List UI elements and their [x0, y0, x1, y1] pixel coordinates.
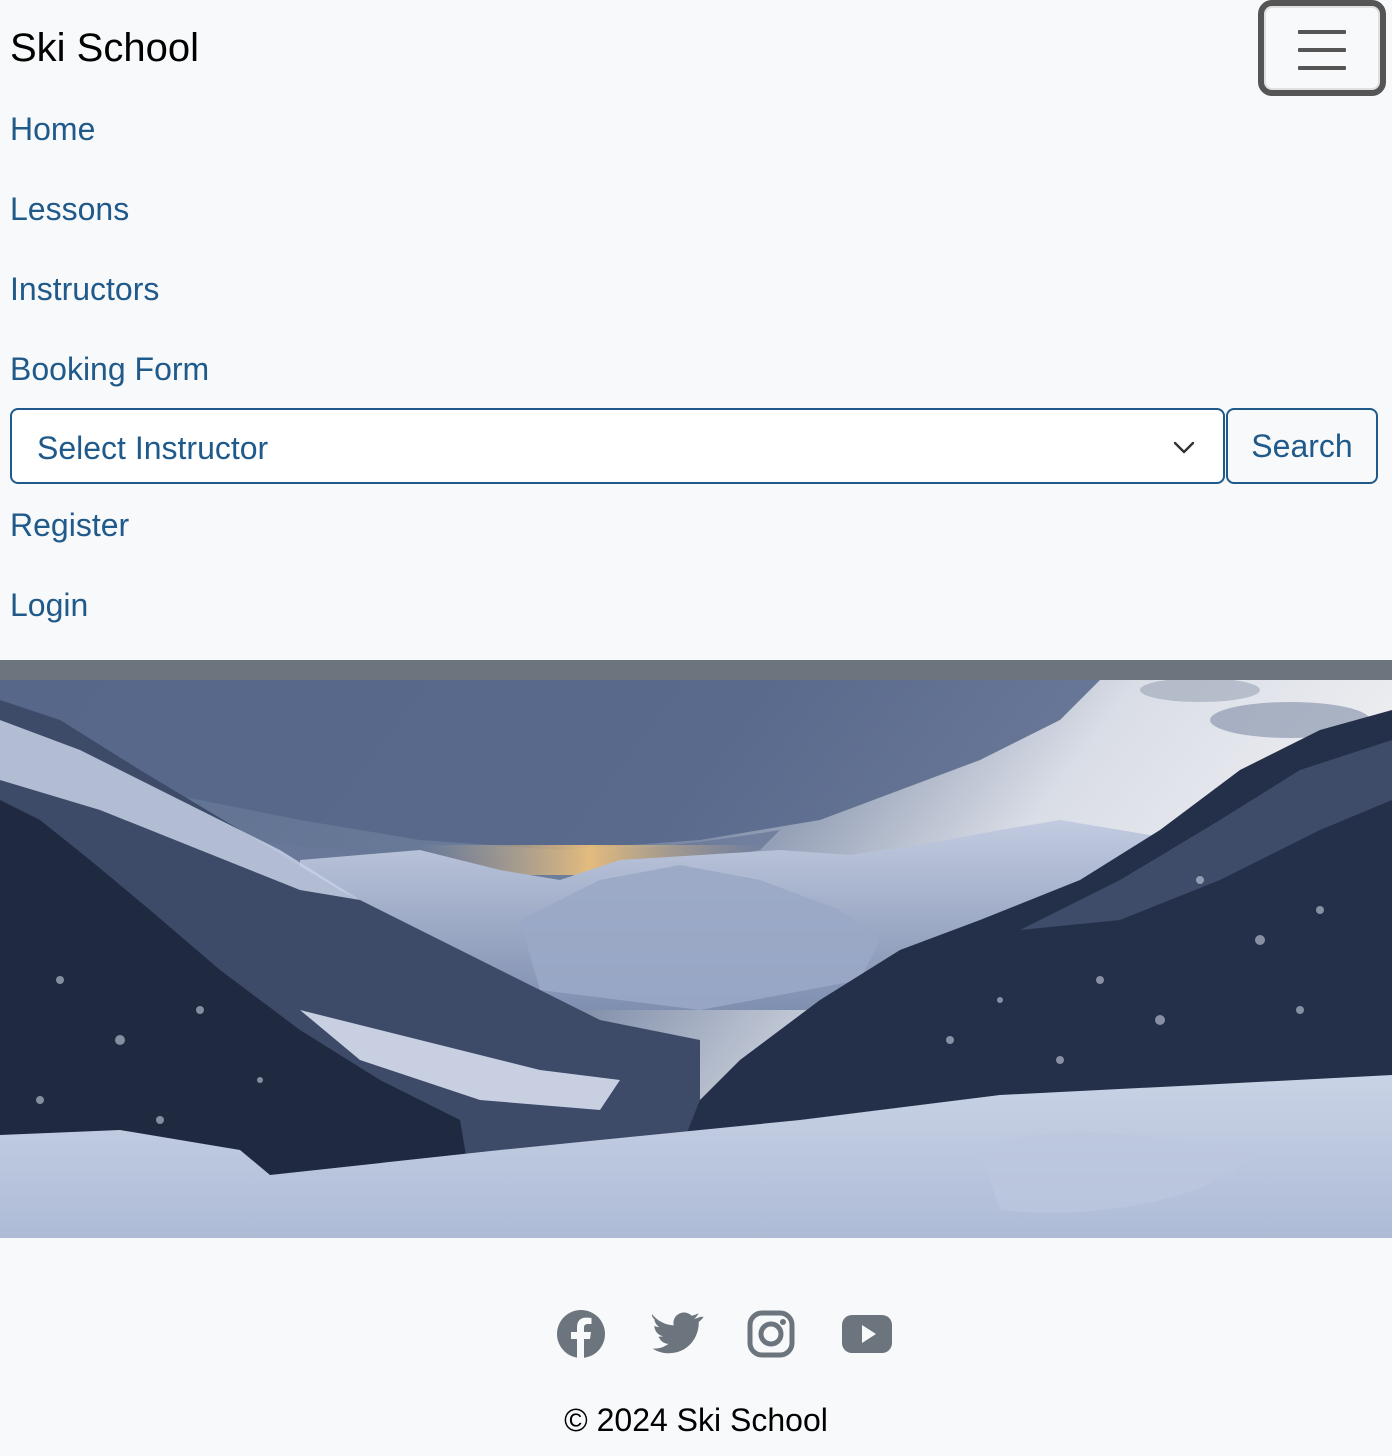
nav-link-login[interactable]: Login	[10, 585, 88, 625]
nav-link-instructors[interactable]: Instructors	[10, 269, 159, 309]
hero-mountain-landscape	[0, 680, 1392, 1238]
copyright-text: © 2024 Ski School	[564, 1402, 828, 1438]
hamburger-bar	[1298, 66, 1346, 70]
facebook-icon[interactable]	[553, 1306, 609, 1362]
twitter-icon[interactable]	[649, 1306, 705, 1362]
footer: © 2024 Ski School	[0, 1238, 1392, 1456]
instructor-select[interactable]: Select Instructor	[10, 408, 1225, 484]
nav-link-home[interactable]: Home	[10, 109, 95, 149]
search-button[interactable]: Search	[1226, 408, 1378, 484]
navbar-toggler-button[interactable]	[1258, 0, 1386, 96]
nav-link-register[interactable]: Register	[10, 505, 129, 545]
nav-link-lessons[interactable]: Lessons	[10, 189, 129, 229]
brand-logo-text[interactable]: Ski School	[10, 24, 199, 72]
instructor-search-form: Select Instructor Search	[10, 408, 1378, 484]
hamburger-bar	[1298, 48, 1346, 52]
navbar: Ski School Home Lessons Instructors Book…	[0, 0, 1392, 660]
hero-image	[0, 680, 1392, 1238]
hamburger-menu-icon	[1298, 30, 1346, 34]
instructor-select-value: Select Instructor	[37, 430, 269, 466]
chevron-down-icon	[1173, 441, 1195, 454]
youtube-icon[interactable]	[839, 1306, 895, 1362]
nav-link-booking-form[interactable]: Booking Form	[10, 349, 209, 389]
instagram-icon[interactable]	[743, 1306, 799, 1362]
navbar-divider	[0, 660, 1392, 680]
